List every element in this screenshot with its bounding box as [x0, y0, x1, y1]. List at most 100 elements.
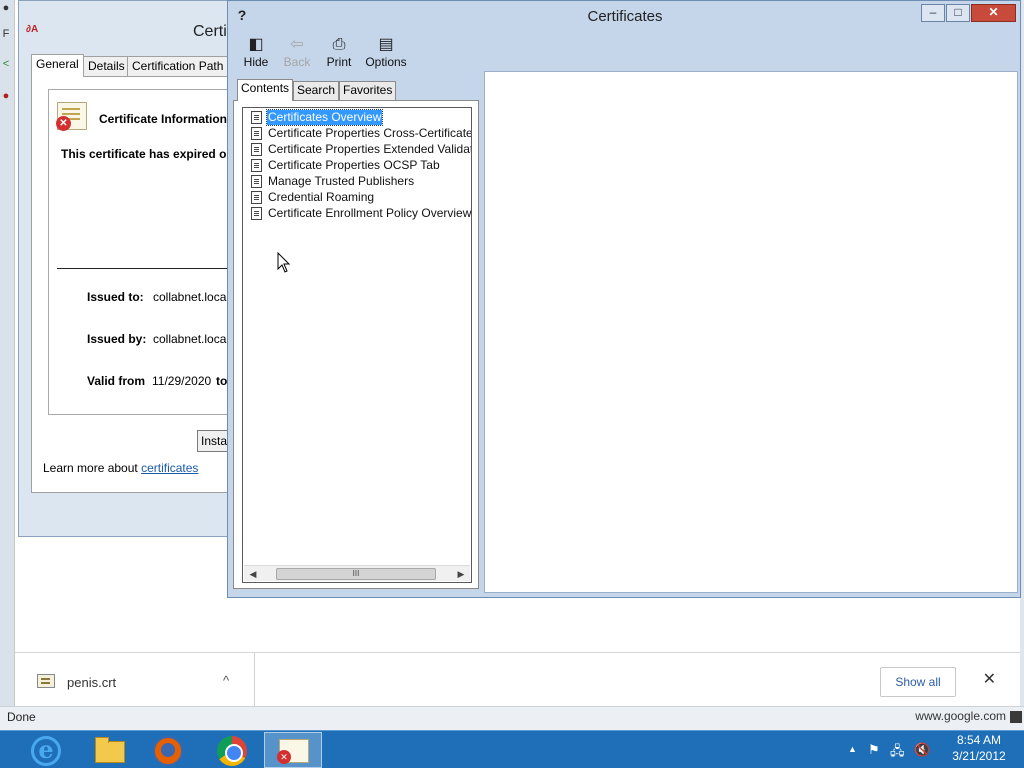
certificate-expired-message: This certificate has expired or	[61, 147, 232, 161]
certificate-title-icon: ∂A	[26, 24, 39, 35]
error-x-icon: ✕	[56, 116, 71, 131]
tree-item-label: Certificate Properties Extended Validati…	[268, 142, 471, 156]
tree-item-label: Manage Trusted Publishers	[268, 174, 415, 188]
help-topic-icon	[251, 191, 262, 204]
certificate-info-title: Certificate Information	[99, 112, 228, 126]
print-label: Print	[326, 55, 352, 69]
contents-tree[interactable]: Certificates Overview Certificate Proper…	[242, 107, 472, 583]
network-icon[interactable]: 🖧	[890, 742, 905, 764]
help-toolbar: ◧ Hide ⇦ Back ⎙ Print ▤ Options	[234, 31, 482, 73]
certificate-dialog: ∂A Certifi General Details Certification…	[18, 0, 244, 537]
valid-to-label: to	[216, 374, 228, 388]
printer-icon: ⎙	[332, 36, 346, 53]
navigation-pane: Contents Search Favorites Certificates O…	[233, 73, 484, 593]
scroll-left-icon[interactable]: ◀	[246, 567, 260, 581]
volume-muted-icon[interactable]: 🔇	[914, 742, 930, 758]
tree-item-label: Certificates Overview	[265, 109, 384, 126]
help-topic-icon	[251, 111, 262, 124]
general-tab-panel: ✕ Certificate Information This certifica…	[31, 76, 243, 493]
mouse-cursor-icon	[277, 252, 291, 273]
back-fragment-icon: <	[2, 58, 10, 70]
tab-search[interactable]: Search	[293, 81, 340, 100]
action-center-flag-icon[interactable]: ⚑	[868, 742, 880, 758]
firefox-icon	[153, 736, 183, 766]
tree-item-label: Credential Roaming	[268, 190, 375, 204]
tab-contents[interactable]: Contents	[237, 79, 294, 101]
help-topic-icon	[251, 127, 262, 140]
valid-from-value: 11/29/2020	[152, 374, 212, 388]
back-arrow-icon: ⇦	[290, 36, 304, 53]
download-item[interactable]: penis.crt ^	[15, 653, 255, 707]
issued-to-label: Issued to:	[87, 290, 144, 304]
hide-button[interactable]: ◧ Hide	[234, 31, 278, 73]
help-topic-icon	[251, 207, 262, 220]
scroll-right-icon[interactable]: ▶	[454, 567, 468, 581]
close-button[interactable]: ✕	[971, 4, 1016, 22]
print-button[interactable]: ⎙ Print	[317, 31, 361, 73]
chevron-up-icon[interactable]: ^	[223, 673, 229, 688]
learn-more-text: Learn more about certificates	[43, 461, 198, 475]
scroll-thumb[interactable]: III	[276, 568, 436, 580]
browser-left-strip: ● F < ●	[0, 0, 14, 730]
taskbar-certificate-viewer[interactable]	[264, 732, 322, 768]
certificate-info-box: ✕ Certificate Information This certifica…	[48, 89, 243, 415]
menu-fragment-icon: F	[2, 28, 10, 40]
horizontal-scrollbar[interactable]: ◀ III ▶	[244, 565, 470, 581]
taskbar-file-explorer[interactable]	[80, 732, 138, 768]
contents-panel: Certificates Overview Certificate Proper…	[233, 100, 479, 589]
tree-item-label: Certificate Enrollment Policy Overview	[268, 206, 472, 220]
taskbar: e ▲ ⚑ 🖧 🔇 8:54 AM 3/21/2012	[0, 730, 1024, 768]
back-label: Back	[283, 55, 311, 69]
folder-icon	[95, 737, 125, 763]
taskbar-chrome[interactable]	[202, 732, 260, 768]
valid-from-label: Valid from	[87, 374, 146, 388]
status-bar: Done www.google.com	[0, 706, 1024, 730]
options-button[interactable]: ▤ Options	[360, 31, 412, 73]
tree-item-label: Certificate Properties Cross-Certificate…	[268, 126, 472, 140]
issued-to-value: collabnet.local	[153, 290, 230, 304]
taskbar-internet-explorer[interactable]: e	[16, 732, 74, 768]
bug-fragment-icon: ●	[2, 90, 10, 102]
issued-by-label: Issued by:	[87, 332, 147, 346]
help-window-title: Certificates	[587, 8, 663, 25]
tab-details[interactable]: Details	[83, 56, 130, 76]
status-text: Done	[7, 710, 36, 724]
tab-certification-path[interactable]: Certification Path	[127, 56, 229, 76]
help-topic-icon	[251, 175, 262, 188]
maximize-button[interactable]: □	[946, 4, 970, 22]
tab-favorites[interactable]: Favorites	[339, 81, 397, 100]
issued-by-value: collabnet.local	[153, 332, 230, 346]
show-hidden-icons-icon[interactable]: ▲	[848, 744, 857, 754]
resize-grip-icon[interactable]	[1010, 711, 1022, 723]
certificates-link[interactable]: certificates	[141, 461, 198, 475]
hide-label: Hide	[243, 55, 269, 69]
help-content-pane	[484, 71, 1018, 593]
clock-date[interactable]: 3/21/2012	[946, 749, 1012, 763]
hide-icon: ◧	[248, 36, 264, 53]
minimize-button[interactable]: –	[921, 4, 945, 22]
options-icon: ▤	[378, 36, 394, 53]
learn-more-prefix: Learn more about	[43, 461, 138, 475]
certificate-error-icon: ✕	[56, 102, 87, 131]
help-window: ? Certificates – □ ✕ ◧ Hide ⇦ Back ⎙ Pri…	[227, 0, 1021, 598]
internet-explorer-icon: e	[31, 736, 61, 766]
help-topic-icon	[251, 143, 262, 156]
browser-logo-icon: ●	[2, 2, 10, 14]
certificate-file-icon	[37, 674, 55, 688]
clock-time[interactable]: 8:54 AM	[946, 733, 1012, 747]
taskbar-firefox[interactable]	[138, 732, 196, 768]
show-all-button[interactable]: Show all	[880, 667, 956, 697]
help-topic-icon	[251, 159, 262, 172]
tree-item-label: Certificate Properties OCSP Tab	[268, 158, 440, 172]
system-tray: ▲ ⚑ 🖧 🔇 8:54 AM 3/21/2012	[834, 731, 1024, 768]
download-bar: penis.crt ^ Show all ✕	[15, 652, 1020, 707]
download-filename: penis.crt	[67, 675, 117, 690]
back-button[interactable]: ⇦ Back	[275, 31, 319, 73]
divider	[57, 268, 243, 269]
chrome-icon	[217, 736, 247, 766]
status-url: www.google.com	[915, 709, 1006, 723]
close-download-bar-icon[interactable]: ✕	[983, 669, 996, 689]
tab-general[interactable]: General	[31, 54, 84, 77]
options-label: Options	[365, 55, 407, 69]
certificate-app-icon	[277, 739, 309, 764]
